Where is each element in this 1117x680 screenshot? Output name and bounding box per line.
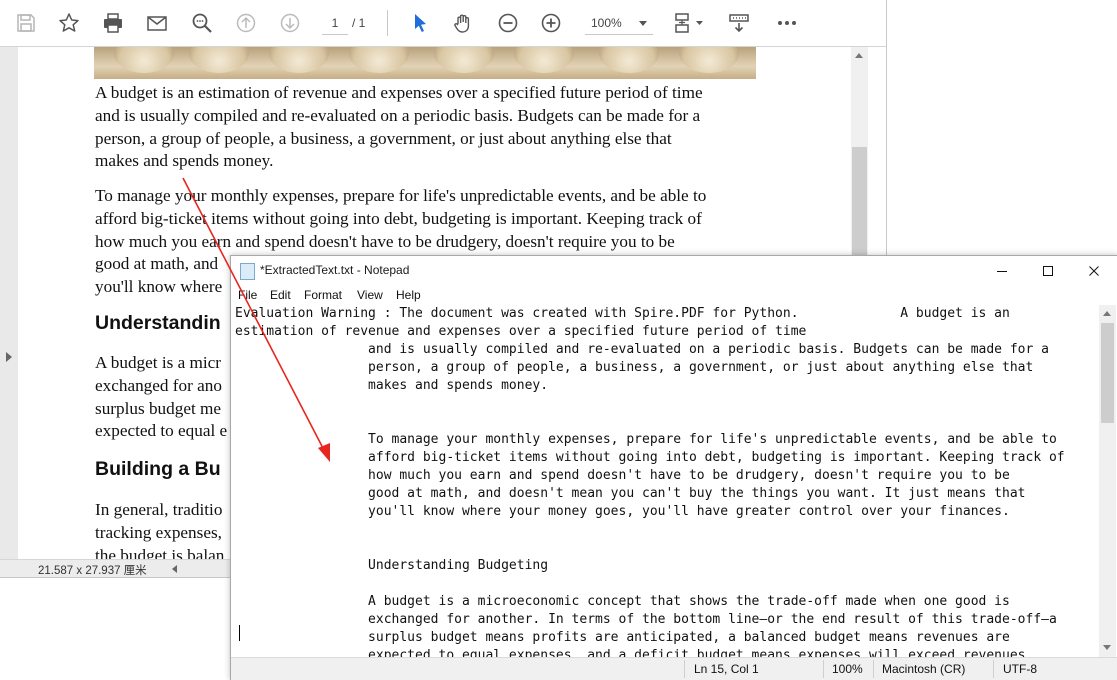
scroll-down-icon[interactable] [1103,645,1111,650]
pdf-toolbar: 1 / 1 100% [0,0,886,47]
star-icon[interactable] [57,11,81,35]
extracted-text-content[interactable]: Evaluation Warning : The document was cr… [235,305,1099,657]
scroll-up-icon[interactable] [855,53,863,58]
chevron-down-icon [639,21,647,26]
mail-icon[interactable] [145,11,169,35]
fit-page-icon[interactable] [671,11,707,35]
pdf-side-rail [0,47,18,559]
page-down-icon[interactable] [278,11,302,35]
page-number-input[interactable]: 1 [322,12,348,35]
select-pointer-icon[interactable] [408,11,432,35]
menu-format[interactable]: Format [304,288,342,302]
notepad-menu-bar: File Edit Format View Help [231,285,1117,305]
zoom-value: 100% [591,16,622,30]
scroll-left-icon[interactable] [172,565,177,573]
zoom-select[interactable]: 100% [585,12,653,35]
hand-icon[interactable] [451,11,475,35]
page-total-label: / 1 [352,16,366,30]
zoom-out-icon[interactable] [496,11,520,35]
toolbar-divider [387,10,388,36]
page-up-icon[interactable] [234,11,258,35]
maximize-icon[interactable] [1025,256,1071,285]
notepad-icon [240,263,255,280]
more-icon[interactable] [775,11,799,35]
cursor-position: Ln 15, Col 1 [694,662,759,676]
zoom-in-icon[interactable] [539,11,563,35]
notepad-window: *ExtractedText.txt - Notepad File Edit F… [230,255,1117,680]
zoom-level: 100% [832,662,863,676]
notepad-title-bar[interactable]: *ExtractedText.txt - Notepad [231,256,1117,285]
pdf-paragraph-4: In general, traditio tracking expenses, … [95,500,225,559]
text-caret [239,625,240,641]
menu-edit[interactable]: Edit [270,288,291,302]
pdf-paragraph-3: A budget is a micr exchanged for ano sur… [95,353,228,441]
menu-help[interactable]: Help [396,288,421,302]
read-mode-icon[interactable] [727,11,751,35]
pdf-heading-understanding: Understandin [95,312,221,334]
expand-sidebar-icon[interactable] [6,352,12,362]
menu-file[interactable]: File [238,288,257,302]
window-title: *ExtractedText.txt - Notepad [260,263,410,277]
zoom-search-icon[interactable] [190,11,214,35]
scroll-up-icon[interactable] [1103,311,1111,316]
pdf-heading-building: Building a Bu [95,458,221,480]
line-ending: Macintosh (CR) [882,662,966,676]
pdf-paragraph-1: A budget is an estimation of revenue and… [95,83,703,171]
page-size-label: 21.587 x 27.937 厘米 [38,565,147,577]
document-image [94,47,756,79]
close-icon[interactable] [1071,256,1117,285]
notepad-text-area[interactable]: Evaluation Warning : The document was cr… [235,305,1099,657]
save-icon[interactable] [14,11,38,35]
notepad-status-bar: Ln 15, Col 1 100% Macintosh (CR) UTF-8 [231,657,1117,680]
print-icon[interactable] [101,11,125,35]
encoding: UTF-8 [1003,662,1037,676]
notepad-scroll-thumb[interactable] [1101,323,1114,423]
menu-view[interactable]: View [357,288,383,302]
notepad-vertical-scrollbar[interactable] [1099,305,1116,657]
minimize-icon[interactable] [979,256,1025,285]
